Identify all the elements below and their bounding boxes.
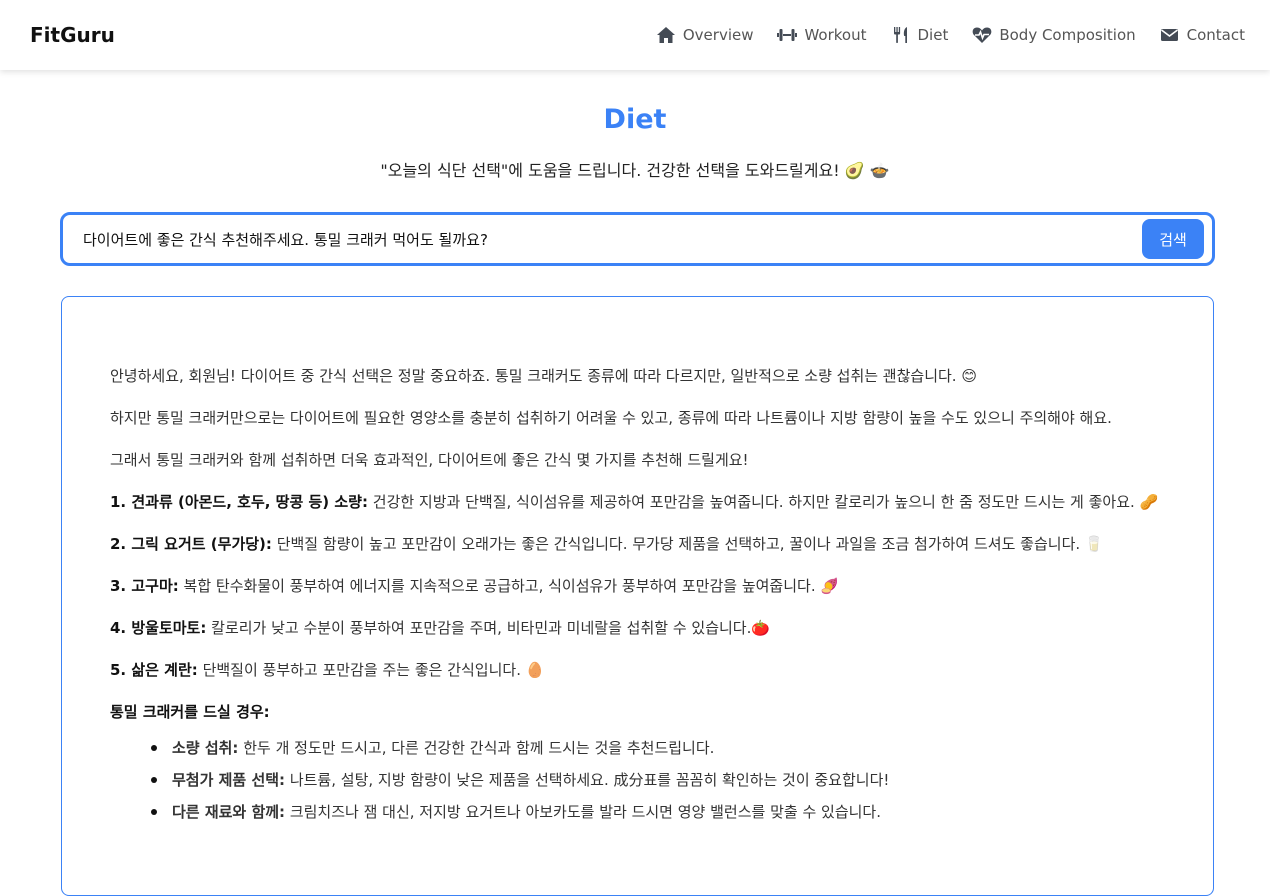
nav-label: Body Composition [999,26,1136,44]
recommendation-item: 1. 견과류 (아몬드, 호두, 땅콩 등) 소량: 건강한 지방과 단백질, … [110,489,1165,515]
cracker-tips-list: 소량 섭취: 한두 개 정도만 드시고, 다른 건강한 간식과 함께 드시는 것… [110,735,1165,825]
nav-item-body-composition[interactable]: Body Composition [972,26,1136,44]
main-nav: Overview Workout Diet Body Composition C… [632,26,1245,44]
tip-title: 다른 재료와 함께: [172,803,286,821]
recommendation-text: 단백질이 풍부하고 포만감을 주는 좋은 간식입니다. 🥚 [202,661,545,679]
recommendation-text: 복합 탄수화물이 풍부하여 에너지를 지속적으로 공급하고, 식이섬유가 풍부하… [183,577,840,595]
home-icon [656,27,675,43]
cracker-heading: 통밀 크래커를 드실 경우: [110,699,1165,725]
search-input[interactable] [83,230,1142,248]
recommendation-title: 3. 고구마: [110,577,179,595]
page-title: Diet [603,104,667,135]
nav-label: Overview [682,26,754,44]
recommendation-text: 칼로리가 낮고 수분이 풍부하여 포만감을 주며, 비타민과 미네랄을 섭취할 … [211,619,771,637]
utensils-icon [893,27,907,43]
recommendation-item: 2. 그릭 요거트 (무가당): 단백질 함량이 높고 포만감이 오래가는 좋은… [110,531,1165,557]
list-item: 무첨가 제품 선택: 나트륨, 설탕, 지방 함량이 낮은 제품을 선택하세요.… [148,767,1165,793]
cracker-heading-text: 통밀 크래커를 드실 경우: [110,703,270,721]
tip-text: 한두 개 정도만 드시고, 다른 건강한 간식과 함께 드시는 것을 추천드립니… [243,739,715,757]
nav-label: Workout [804,26,867,44]
envelope-icon [1160,29,1178,41]
page-subtitle: "오늘의 식단 선택"에 도움을 드립니다. 건강한 선택을 도와드릴게요! 🥑… [380,161,890,180]
list-item: 다른 재료와 함께: 크림치즈나 잼 대신, 저지방 요거트나 아보카도를 발라… [148,799,1165,825]
answer-paragraph: 안녕하세요, 회원님! 다이어트 중 간식 선택은 정말 중요하죠. 통밀 크래… [110,367,977,385]
recommendation-item: 3. 고구마: 복합 탄수화물이 풍부하여 에너지를 지속적으로 공급하고, 식… [110,573,1165,599]
recommendation-text: 건강한 지방과 단백질, 식이섬유를 제공하여 포만감을 높여줍니다. 하지만 … [372,493,1159,511]
recommendation-title: 4. 방울토마토: [110,619,207,637]
recommendation-item: 5. 삶은 계란: 단백질이 풍부하고 포만감을 주는 좋은 간식입니다. 🥚 [110,657,1165,683]
recommendation-title: 1. 견과류 (아몬드, 호두, 땅콩 등) 소량: [110,493,368,511]
answer-paragraph: 하지만 통밀 크래커만으로는 다이어트에 필요한 영양소를 충분히 섭취하기 어… [110,409,1112,427]
tip-title: 무첨가 제품 선택: [172,771,286,789]
recommendation-item: 4. 방울토마토: 칼로리가 낮고 수분이 풍부하여 포만감을 주며, 비타민과… [110,615,1165,641]
recommendation-text: 단백질 함량이 높고 포만감이 오래가는 좋은 간식입니다. 무가당 제품을 선… [276,535,1104,553]
search-button[interactable]: 검색 [1142,219,1204,259]
recommendation-title: 2. 그릭 요거트 (무가당): [110,535,272,553]
search-bar: 검색 [60,212,1215,266]
heartbeat-icon [972,27,992,43]
tip-title: 소량 섭취: [172,739,239,757]
nav-label: Contact [1186,26,1245,44]
list-item: 소량 섭취: 한두 개 정도만 드시고, 다른 건강한 간식과 함께 드시는 것… [148,735,1165,761]
answer-paragraph: 그래서 통밀 크래커와 함께 섭취하면 더욱 효과적인, 다이어트에 좋은 간식… [110,451,749,469]
tip-text: 크림치즈나 잼 대신, 저지방 요거트나 아보카도를 발라 드시면 영양 밸런스… [289,803,881,821]
answer-panel: 안녕하세요, 회원님! 다이어트 중 간식 선택은 정말 중요하죠. 통밀 크래… [61,296,1214,896]
nav-item-overview[interactable]: Overview [656,26,754,44]
nav-item-contact[interactable]: Contact [1160,26,1245,44]
brand-logo[interactable]: FitGuru [30,23,115,47]
nav-item-diet[interactable]: Diet [891,26,949,44]
dumbbell-icon [777,29,798,41]
nav-label: Diet [917,26,949,44]
nav-item-workout[interactable]: Workout [777,26,867,44]
top-navbar: FitGuru Overview Workout Diet Body Compo… [0,0,1270,70]
tip-text: 나트륨, 설탕, 지방 함량이 낮은 제품을 선택하세요. 成分표를 꼼꼼히 확… [289,771,890,789]
recommendation-title: 5. 삶은 계란: [110,661,198,679]
